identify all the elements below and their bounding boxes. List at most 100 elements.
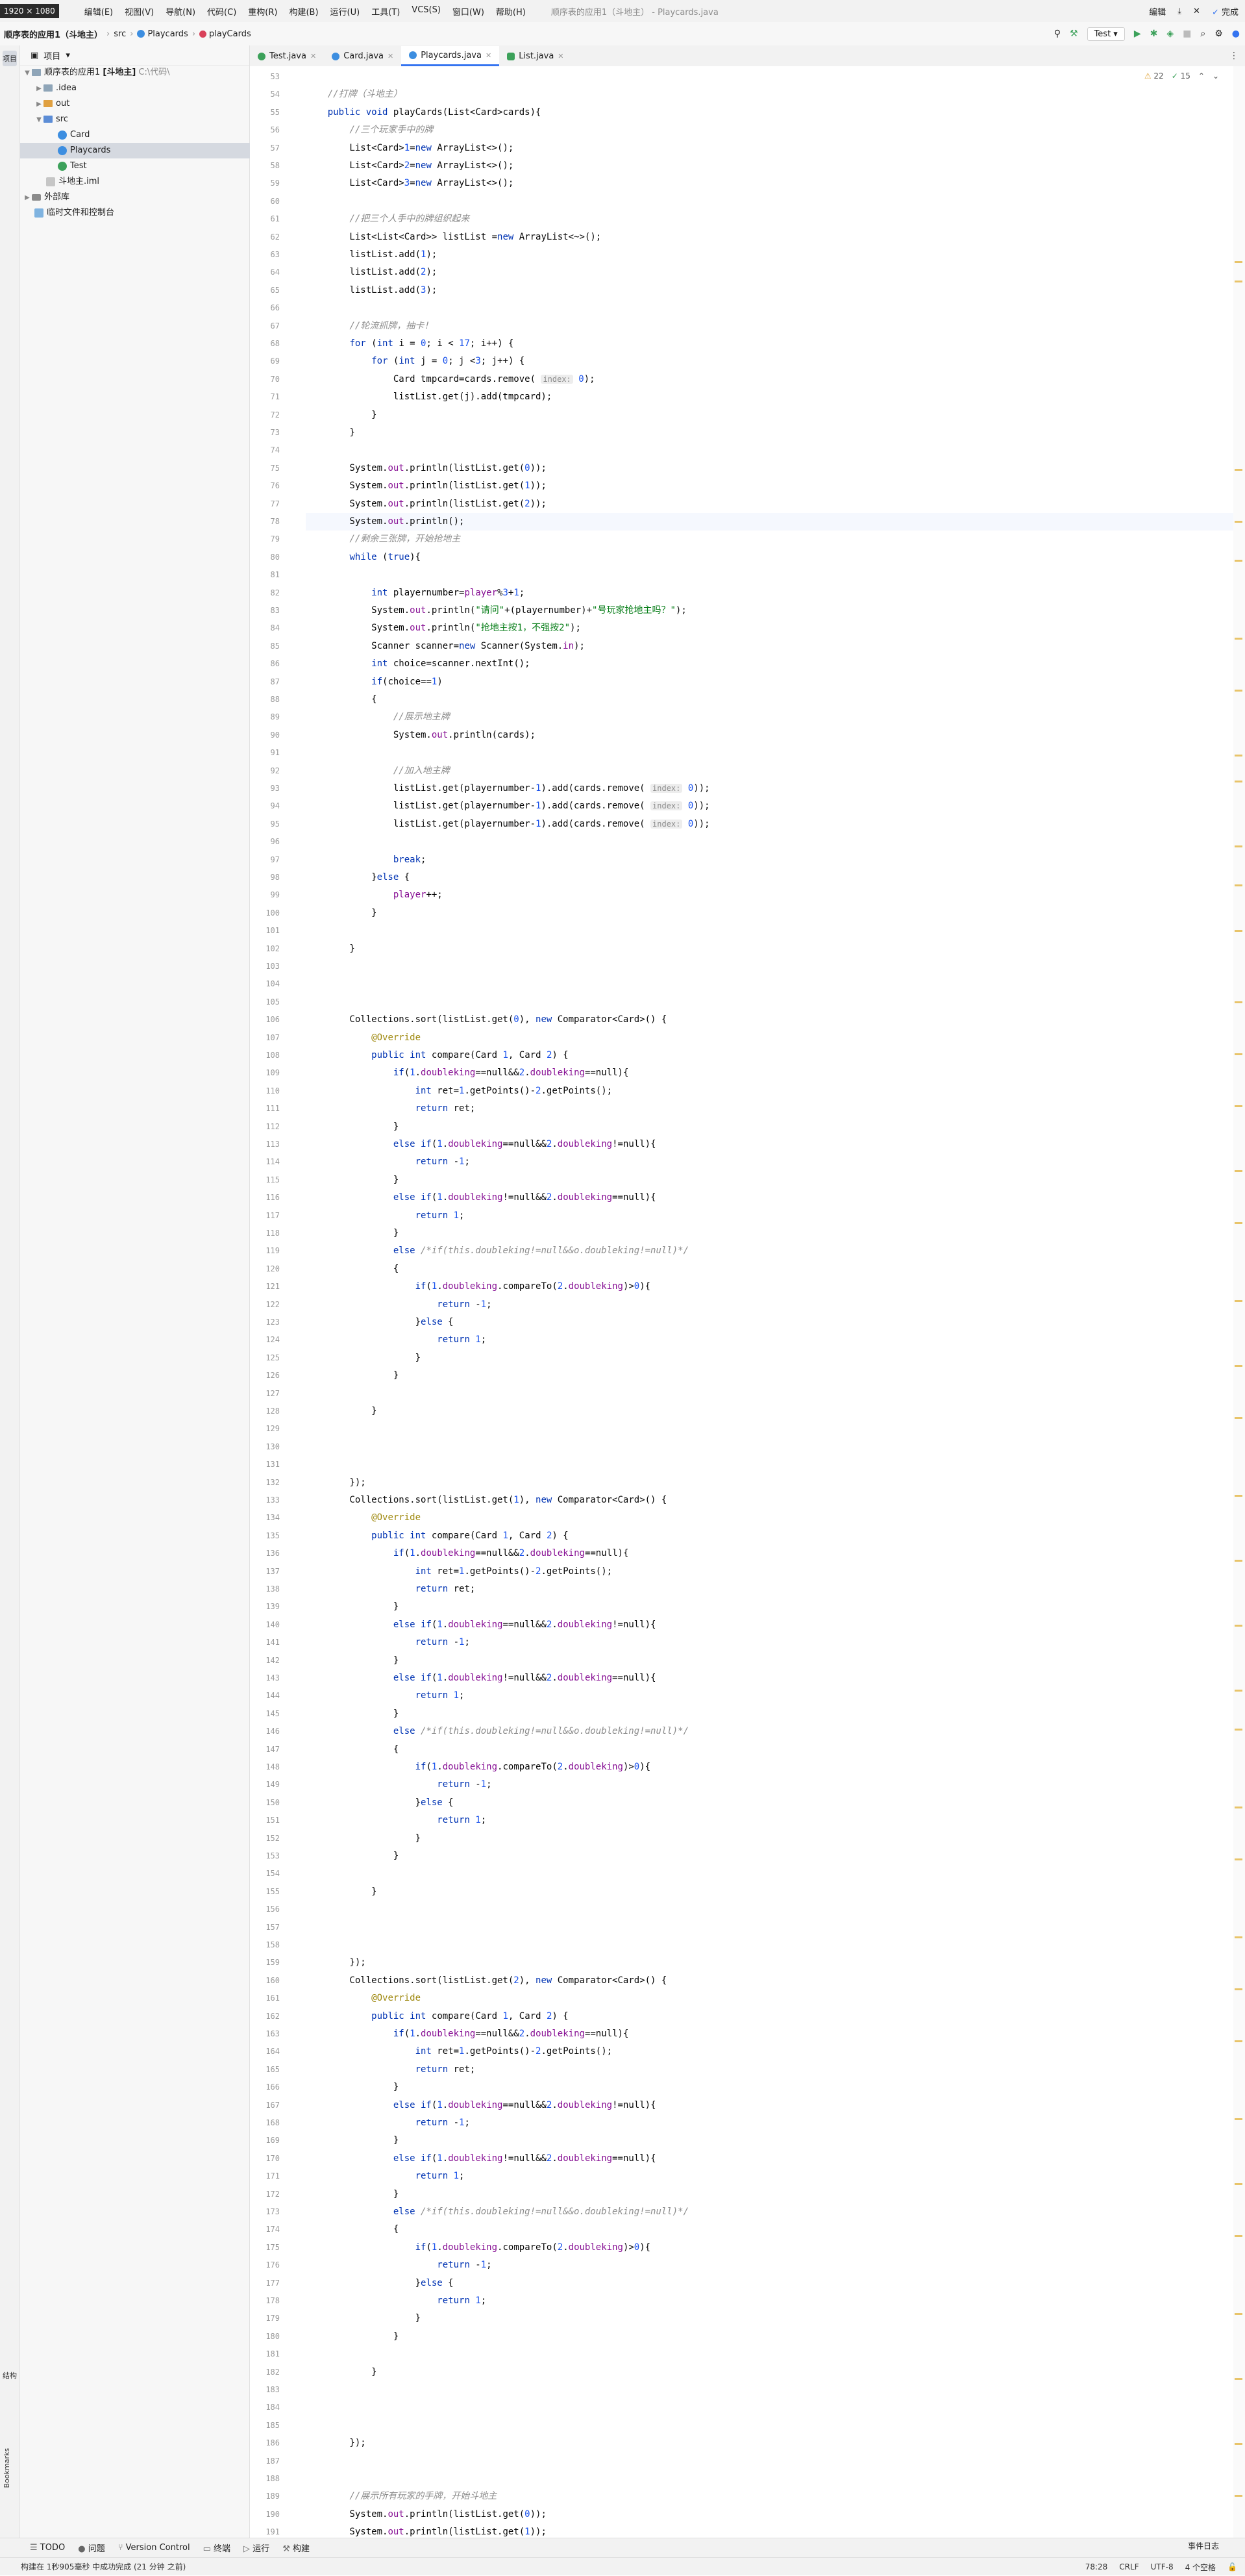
line-number[interactable]: 73 — [250, 424, 280, 442]
warning-marker[interactable] — [1235, 560, 1242, 562]
warning-marker[interactable] — [1235, 1807, 1242, 1808]
code-line[interactable]: listList.add(2); — [306, 264, 437, 281]
line-separator[interactable]: CRLF — [1119, 2562, 1139, 2571]
line-number[interactable]: 55 — [250, 104, 280, 121]
code-line[interactable]: } — [306, 2310, 421, 2327]
warning-marker[interactable] — [1235, 1625, 1242, 1627]
line-number[interactable]: 117 — [250, 1207, 280, 1225]
line-number[interactable]: 86 — [250, 655, 280, 673]
line-number[interactable]: 111 — [250, 1100, 280, 1118]
tree-item-playcards[interactable]: Playcards — [20, 143, 287, 158]
code-line[interactable]: //轮流抓牌，抽卡！ — [306, 318, 433, 335]
code-line[interactable]: int choice=scanner.nextInt(); — [306, 655, 530, 673]
menu-item[interactable]: 视图(V) — [119, 5, 160, 18]
run-icon[interactable]: ▶ — [1134, 29, 1141, 39]
line-number[interactable]: 132 — [250, 1474, 280, 1492]
code-line[interactable]: listList.get(playernumber-1).add(cards.r… — [306, 780, 710, 797]
code-line[interactable]: { — [306, 2221, 399, 2238]
line-number[interactable]: 108 — [250, 1047, 280, 1064]
code-line[interactable]: } — [306, 406, 376, 424]
line-number[interactable]: 64 — [250, 264, 280, 281]
line-number[interactable]: 135 — [250, 1527, 280, 1545]
menu-item[interactable]: 导航(N) — [160, 5, 201, 18]
code-line[interactable]: return 1; — [306, 1207, 465, 1225]
tree-item-scratches[interactable]: 临时文件和控制台 — [20, 205, 264, 221]
code-line[interactable]: } — [306, 1225, 399, 1242]
line-number[interactable]: 144 — [250, 1687, 280, 1705]
line-number[interactable]: 173 — [250, 2203, 280, 2221]
line-number[interactable]: 56 — [250, 121, 280, 139]
warning-marker[interactable] — [1235, 1729, 1242, 1731]
line-number[interactable]: 79 — [250, 531, 280, 548]
code-line[interactable]: } — [306, 1403, 376, 1420]
code-line[interactable]: return -1; — [306, 2114, 470, 2132]
code-line[interactable]: else if(1.doubleking==null&&2.doubleking… — [306, 1136, 656, 1153]
warning-marker[interactable] — [1235, 884, 1242, 886]
menu-item[interactable]: 编辑(E) — [79, 5, 119, 18]
line-number[interactable]: 137 — [250, 1563, 280, 1581]
event-log-button[interactable]: 事件日志 — [1188, 2540, 1219, 2551]
done-button[interactable]: ✓ 完成 — [1212, 5, 1239, 18]
code-line[interactable]: { — [306, 1741, 399, 1758]
line-number[interactable]: 177 — [250, 2275, 280, 2292]
line-number[interactable]: 124 — [250, 1331, 280, 1349]
code-line[interactable]: List<Card>2=new ArrayList<>(); — [306, 157, 513, 175]
code-line[interactable]: break; — [306, 851, 426, 869]
line-number[interactable]: 185 — [250, 2417, 280, 2434]
code-line[interactable]: if(1.doubleking==null&&2.doubleking==nul… — [306, 2025, 629, 2043]
warning-marker[interactable] — [1235, 638, 1242, 640]
code-line[interactable]: else /*if(this.doubleking!=null&&o.doubl… — [306, 1242, 689, 1260]
line-number[interactable]: 80 — [250, 549, 280, 566]
code-line[interactable]: //加入地主牌 — [306, 762, 450, 780]
line-number[interactable]: 174 — [250, 2221, 280, 2238]
code-line[interactable]: else /*if(this.doubleking!=null&&o.doubl… — [306, 2203, 689, 2221]
line-number[interactable]: 118 — [250, 1225, 280, 1242]
code-line[interactable]: }else { — [306, 2275, 454, 2292]
tree-item-root[interactable]: ▼ 顺序表的应用1 [斗地主] C:\代码\ — [20, 65, 252, 81]
code-line[interactable]: } — [306, 1171, 399, 1189]
line-number[interactable]: 154 — [250, 1865, 280, 1882]
line-number[interactable]: 155 — [250, 1883, 280, 1901]
code-line[interactable]: } — [306, 2079, 399, 2096]
warning-marker[interactable] — [1235, 2040, 1242, 2042]
line-number[interactable]: 74 — [250, 442, 280, 459]
line-number[interactable]: 110 — [250, 1082, 280, 1100]
close-icon[interactable]: ✕ — [486, 51, 491, 60]
line-number[interactable]: 128 — [250, 1403, 280, 1420]
line-number[interactable]: 149 — [250, 1776, 280, 1794]
code-line[interactable]: player++; — [306, 886, 443, 904]
warning-marker[interactable] — [1235, 1300, 1242, 1302]
code-line[interactable]: for (int i = 0; i < 17; i++) { — [306, 335, 513, 353]
warning-marker[interactable] — [1235, 2495, 1242, 2497]
close-icon[interactable]: ✕ — [558, 52, 563, 60]
lock-icon[interactable]: 🔓 — [1227, 2562, 1237, 2571]
line-number[interactable]: 116 — [250, 1189, 280, 1207]
line-number[interactable]: 169 — [250, 2132, 280, 2149]
caret-position[interactable]: 78:28 — [1085, 2562, 1108, 2571]
code-line[interactable]: return 1; — [306, 2168, 465, 2185]
warning-marker[interactable] — [1235, 2235, 1242, 2237]
tree-item-idea[interactable]: ▶ .idea — [20, 81, 264, 96]
code-line[interactable]: if(1.doubleking.compareTo(2.doubleking)>… — [306, 2239, 651, 2257]
line-number[interactable]: 175 — [250, 2239, 280, 2257]
breadcrumb-src[interactable]: src — [110, 29, 130, 39]
chevron-right-icon[interactable]: ▶ — [23, 190, 32, 206]
code-line[interactable]: } — [306, 2132, 399, 2149]
code-line[interactable]: } — [306, 1847, 399, 1865]
menu-item[interactable]: 重构(R) — [242, 5, 283, 18]
code-line[interactable]: return 1; — [306, 1331, 486, 1349]
line-number[interactable]: 170 — [250, 2150, 280, 2168]
line-number[interactable]: 163 — [250, 2025, 280, 2043]
code-line[interactable]: //剩余三张牌，开始抢地主 — [306, 531, 460, 548]
code-line[interactable]: public int compare(Card 1, Card 2) { — [306, 2008, 569, 2025]
code-line[interactable]: int ret=1.getPoints()-2.getPoints(); — [306, 1082, 612, 1100]
line-number[interactable]: 150 — [250, 1794, 280, 1812]
code-line[interactable]: Collections.sort(listList.get(2), new Co… — [306, 1972, 667, 1990]
line-number[interactable]: 93 — [250, 780, 280, 797]
menu-item[interactable]: 窗口(W) — [447, 5, 490, 18]
code-line[interactable]: listList.get(playernumber-1).add(cards.r… — [306, 797, 710, 815]
warning-marker[interactable] — [1235, 521, 1242, 523]
code-line[interactable]: Card tmpcard=cards.remove( index: 0); — [306, 371, 595, 388]
tab-card-java[interactable]: Card.java ✕ — [324, 46, 401, 66]
code-line[interactable]: } — [306, 1349, 421, 1367]
